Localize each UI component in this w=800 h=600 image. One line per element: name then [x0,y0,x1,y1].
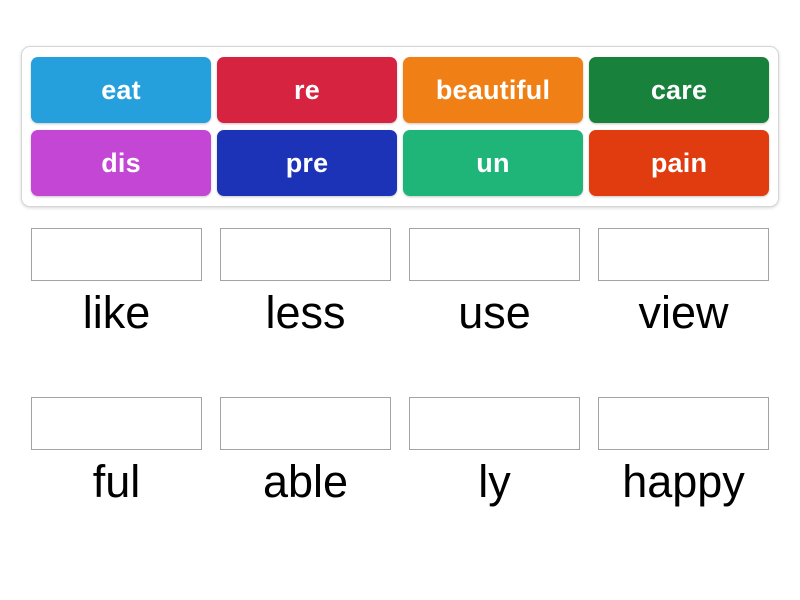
word-tile-care[interactable]: care [589,57,769,123]
word-tile-tray: eat re beautiful care dis pre un pain [21,46,779,207]
word-tile-label: re [294,74,320,105]
answer-cell-use: use [408,228,581,337]
word-tile-beautiful[interactable]: beautiful [403,57,583,123]
drop-zone-able[interactable] [220,396,391,450]
drop-zone-view[interactable] [598,228,769,281]
word-tile-un[interactable]: un [403,130,583,196]
answer-cell-able: able [219,396,392,507]
answer-cell-happy: happy [597,396,770,507]
tile-row-2: dis pre un pain [31,130,769,196]
drop-zone-happy[interactable] [598,396,769,450]
word-tile-label: care [650,74,708,105]
word-tile-label: beautiful [435,74,551,105]
word-tile-pain[interactable]: pain [589,130,769,196]
word-label-happy: happy [622,455,745,507]
tile-row-1: eat re beautiful care [31,57,769,123]
drop-zone-use[interactable] [409,228,580,281]
word-tile-label: pain [650,147,708,178]
word-tile-label: pre [285,147,329,178]
answer-cell-ly: ly [408,396,581,507]
answer-cell-like: like [30,228,203,337]
word-tile-pre[interactable]: pre [217,130,397,196]
word-label-like: like [82,287,151,338]
word-tile-dis[interactable]: dis [31,130,211,196]
activity-stage: eat re beautiful care dis pre un pain li… [0,0,800,600]
drop-zone-ful[interactable] [31,396,202,450]
word-tile-eat[interactable]: eat [31,57,211,123]
word-label-use: use [458,287,531,338]
word-label-able: able [262,455,349,507]
drop-zone-like[interactable] [31,228,202,281]
word-tile-label: eat [101,74,141,105]
word-label-ful: ful [92,455,141,507]
answer-grid: like less use view ful able ly happy [0,228,800,505]
word-tile-label: dis [101,147,141,178]
word-label-less: less [265,287,346,338]
answer-cell-ful: ful [30,396,203,507]
word-label-ly: ly [478,455,511,507]
answer-row-2: ful able ly happy [0,396,800,507]
word-tile-re[interactable]: re [217,57,397,123]
drop-zone-less[interactable] [220,228,391,281]
answer-cell-less: less [219,228,392,337]
word-tile-label: un [476,147,510,178]
answer-cell-view: view [597,228,770,337]
answer-row-1: like less use view [0,228,800,337]
drop-zone-ly[interactable] [409,396,580,450]
word-label-view: view [638,287,729,338]
